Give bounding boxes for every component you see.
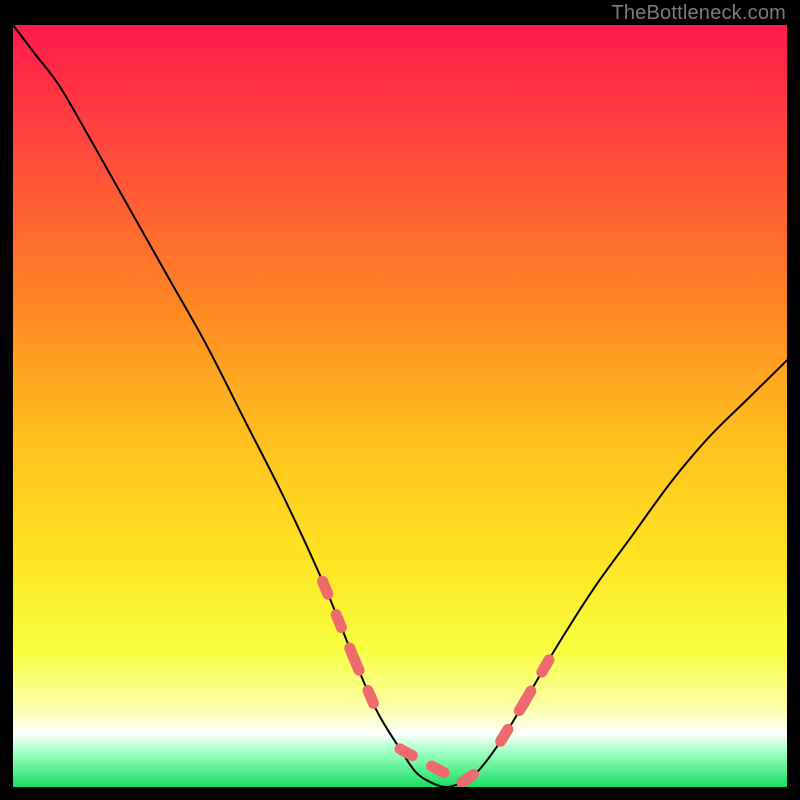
watermark-text: TheBottleneck.com — [611, 2, 786, 25]
bottleneck-chart — [13, 25, 787, 787]
gradient-background — [13, 25, 787, 787]
chart-frame — [13, 25, 787, 787]
